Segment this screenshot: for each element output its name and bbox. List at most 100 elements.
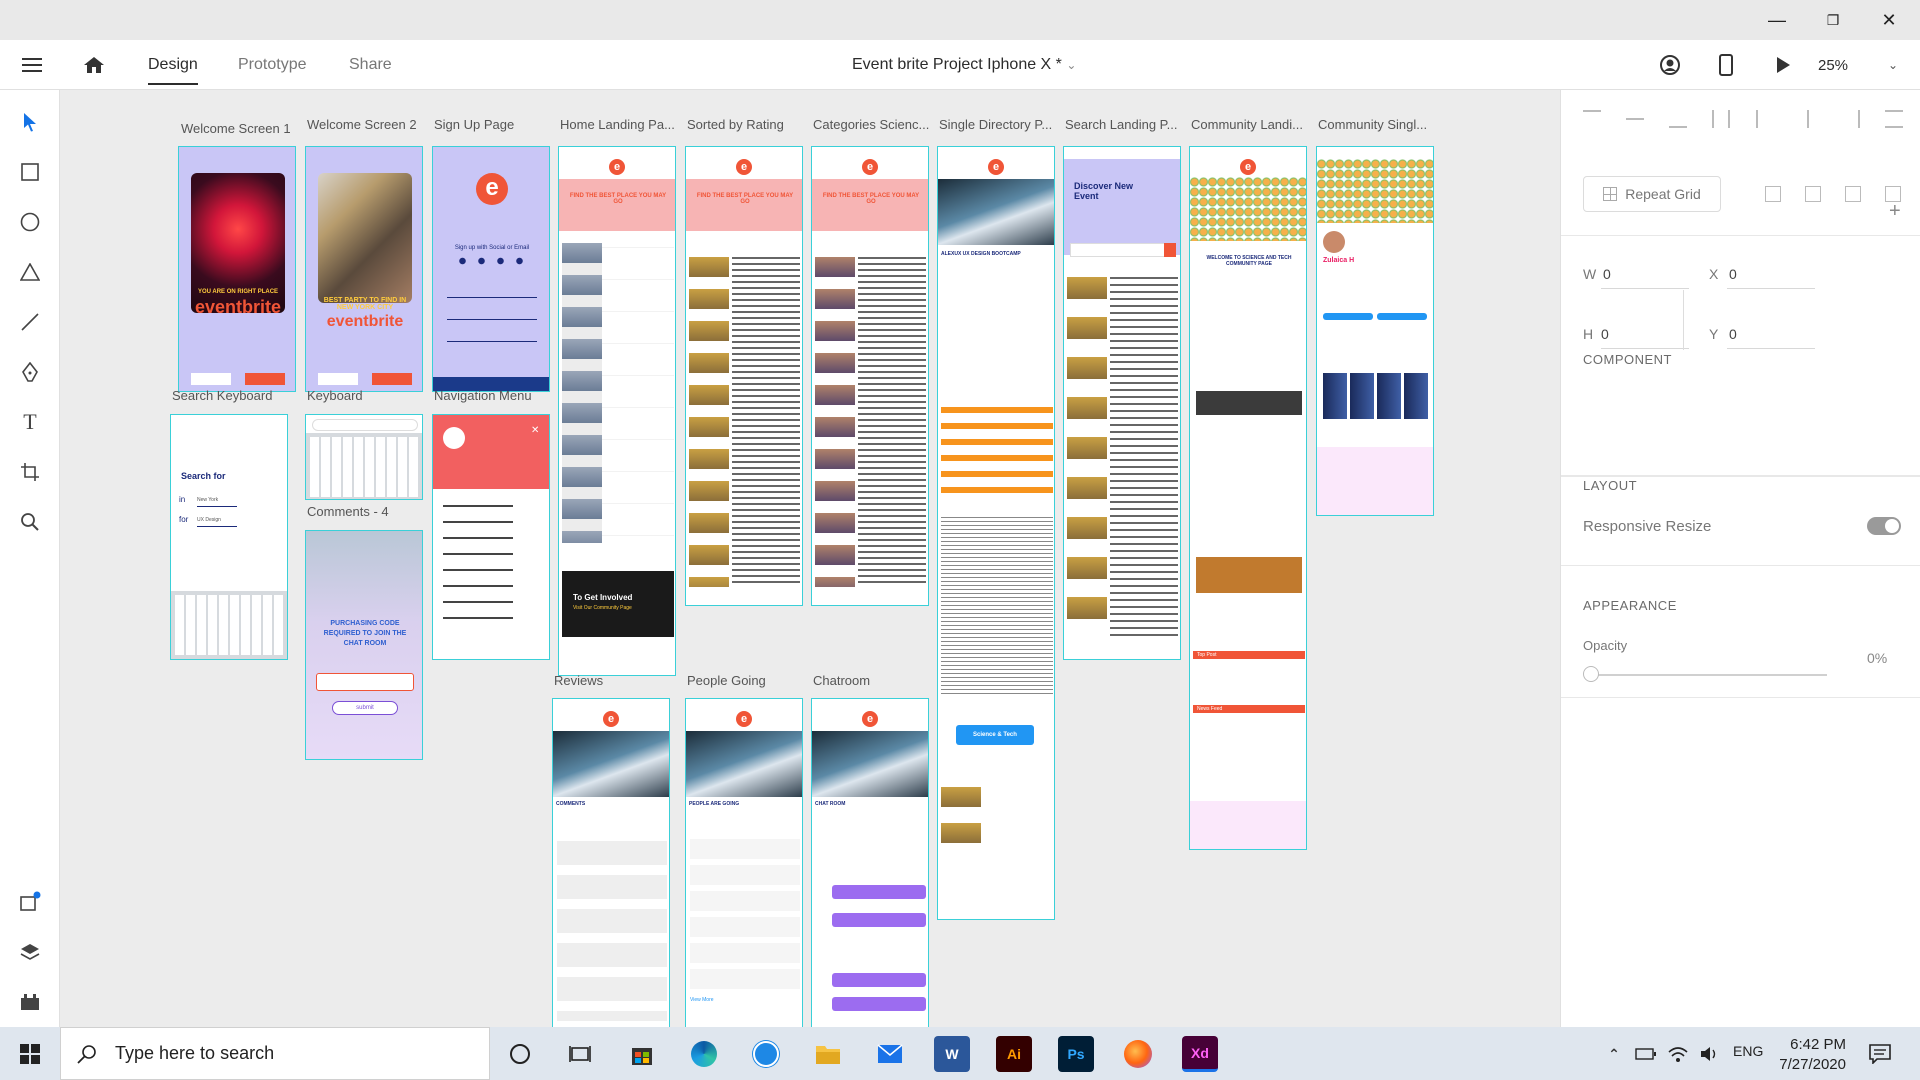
artboard-sorted-by-rating[interactable]: e FIND THE BEST PLACE YOU MAY GO (685, 146, 803, 606)
align-top-icon[interactable] (1583, 110, 1601, 128)
artboard-community-single-page[interactable]: Zulaica H (1316, 146, 1434, 516)
artboard-label[interactable]: People Going (687, 673, 766, 688)
edge-app[interactable] (686, 1036, 722, 1072)
tab-design[interactable]: Design (148, 56, 198, 85)
artboard-label[interactable]: Sorted by Rating (687, 117, 784, 132)
follow-button[interactable] (1323, 313, 1373, 320)
show-hidden-icons-button[interactable]: ⌃ (1600, 1036, 1628, 1072)
avatar[interactable] (1323, 231, 1345, 253)
boolean-controls[interactable] (1765, 186, 1901, 204)
menu-items[interactable] (443, 505, 513, 625)
ellipse-tool[interactable] (12, 204, 48, 240)
select-tool[interactable] (12, 104, 48, 140)
polygon-tool[interactable] (12, 254, 48, 290)
artboard-chatroom[interactable]: e CHAT ROOM (811, 698, 929, 1027)
artboard-categories-science[interactable]: e FIND THE BEST PLACE YOU MAY GO (811, 146, 929, 606)
artboard-label[interactable]: Single Directory P... (939, 117, 1052, 132)
artboard-single-directory-page[interactable]: e ALEXUX UX DESIGN BOOTCAMP Science & Te… (937, 146, 1055, 920)
width-field[interactable]: 0 (1603, 266, 1611, 282)
mail-app[interactable] (872, 1036, 908, 1072)
cortana-button[interactable] (502, 1036, 538, 1072)
input-line[interactable] (447, 297, 537, 298)
taskbar-clock[interactable]: 6:42 PM 7/27/2020 (1779, 1035, 1846, 1075)
science-tech-button[interactable]: Science & Tech (956, 725, 1034, 745)
artboard-comments-4[interactable]: PURCHASING CODE REQUIRED TO JOIN THE CHA… (305, 530, 423, 760)
start-button[interactable] (12, 1036, 48, 1072)
social-icons[interactable] (453, 257, 531, 265)
comment-list[interactable] (557, 841, 667, 1021)
view-more-link[interactable]: View More (690, 997, 714, 1003)
task-view-button[interactable] (562, 1036, 598, 1072)
action-center-button[interactable] (1862, 1036, 1898, 1072)
search-icon[interactable] (1164, 243, 1176, 257)
event-thumbnails[interactable] (689, 257, 729, 587)
height-field[interactable]: 0 (1601, 326, 1609, 342)
layers-button[interactable] (12, 934, 48, 970)
intersect-icon[interactable] (1845, 186, 1861, 202)
artboard-navigation-menu[interactable]: ✕ (432, 414, 550, 660)
align-middle-icon[interactable] (1626, 110, 1645, 128)
invite-user-button[interactable] (1652, 40, 1688, 90)
photoshop-app[interactable]: Ps (1058, 1036, 1094, 1072)
add-component-icon[interactable]: + (1889, 200, 1901, 223)
input-line[interactable] (447, 319, 537, 320)
avatar[interactable] (443, 427, 465, 449)
close-button[interactable]: ✕ (1861, 0, 1917, 40)
word-app[interactable]: W (934, 1036, 970, 1072)
artboard-label[interactable]: Comments - 4 (307, 504, 389, 519)
align-bottom-icon[interactable] (1669, 110, 1688, 128)
xd-app[interactable]: Xd (1182, 1036, 1218, 1072)
repeat-grid-button[interactable]: Repeat Grid (1583, 176, 1721, 212)
input-language[interactable]: ENG (1733, 1043, 1763, 1059)
artboard-community-landing-page[interactable]: e WELCOME TO SCIENCE AND TECH COMMUNITY … (1189, 146, 1307, 850)
text-tool[interactable]: T (12, 404, 48, 440)
home-button[interactable] (76, 40, 112, 90)
tab-share[interactable]: Share (349, 56, 392, 74)
artboard-tool[interactable] (12, 454, 48, 490)
zoom-tool[interactable] (12, 504, 48, 540)
store-app[interactable] (624, 1036, 660, 1072)
preview-play-button[interactable] (1765, 40, 1801, 90)
artboard-welcome-screen-2[interactable]: BEST PARTY TO FIND IN NEW YORK CITY even… (305, 146, 423, 392)
artboard-people-going[interactable]: e PEOPLE ARE GOING View More (685, 698, 803, 1027)
align-controls[interactable] (1583, 110, 1903, 130)
taskbar-search-box[interactable]: Type here to search (60, 1027, 490, 1080)
device-preview-button[interactable] (1708, 40, 1744, 90)
artboard-label[interactable]: Keyboard (307, 388, 363, 403)
artboard-label[interactable]: Chatroom (813, 673, 870, 688)
lock-aspect-icon[interactable] (1674, 290, 1684, 350)
artboard-reviews[interactable]: e COMMENTS (552, 698, 670, 1027)
y-field[interactable]: 0 (1729, 326, 1737, 342)
distribute-vertical-icon[interactable] (1712, 110, 1731, 128)
wifi-indicator[interactable] (1664, 1036, 1692, 1072)
search-bar[interactable] (1070, 243, 1176, 257)
rectangle-tool[interactable] (12, 154, 48, 190)
artboard-sign-up-page[interactable]: e Sign up with Social or Email (432, 146, 550, 392)
illustrator-app[interactable]: Ai (996, 1036, 1032, 1072)
artboard-label[interactable]: Welcome Screen 2 (307, 117, 417, 132)
artboard-label[interactable]: Community Singl... (1318, 117, 1427, 132)
back-button[interactable] (191, 373, 231, 385)
event-thumbnails[interactable] (1067, 277, 1107, 637)
align-right-icon[interactable] (1842, 110, 1860, 128)
code-input[interactable] (316, 673, 414, 691)
assets-button[interactable] (12, 984, 48, 1020)
subtract-icon[interactable] (1805, 186, 1821, 202)
line-tool[interactable] (12, 304, 48, 340)
close-icon[interactable]: ✕ (531, 425, 539, 436)
document-title[interactable]: Event brite Project Iphone X * ⌄ (852, 56, 1076, 74)
volume-indicator[interactable] (1696, 1036, 1724, 1072)
similar-events[interactable] (941, 787, 981, 857)
x-field[interactable]: 0 (1729, 266, 1737, 282)
artboard-label[interactable]: Home Landing Pa... (560, 117, 675, 132)
design-canvas[interactable]: Welcome Screen 1 Welcome Screen 2 Sign U… (60, 90, 1560, 1027)
get-involved-banner[interactable] (562, 571, 674, 637)
input-line[interactable] (447, 341, 537, 342)
artboard-label[interactable]: Search Keyboard (172, 388, 272, 403)
add-icon[interactable] (1765, 186, 1781, 202)
on-screen-keyboard[interactable] (306, 433, 422, 499)
location-input[interactable]: New York (197, 497, 237, 507)
on-screen-keyboard[interactable] (171, 591, 287, 659)
message-button[interactable] (1377, 313, 1427, 320)
artboard-label[interactable]: Search Landing P... (1065, 117, 1178, 132)
